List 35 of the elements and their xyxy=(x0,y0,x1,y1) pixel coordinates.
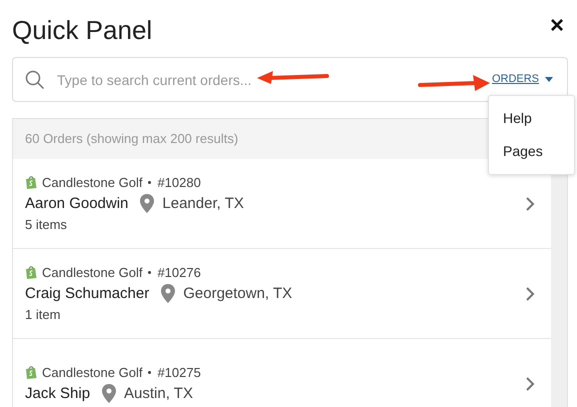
separator-dot xyxy=(148,181,152,184)
shopping-bag-icon xyxy=(25,266,37,279)
order-row[interactable]: Candlestone Golf #10280 Aaron Goodwin Leander, TX 5 items xyxy=(13,159,551,249)
item-count: 5 items xyxy=(25,217,68,232)
shopping-bag-icon xyxy=(25,366,37,378)
order-row[interactable]: Candlestone Golf #10276 Craig Schumacher Georgetown, TX 1 item xyxy=(13,249,551,339)
chevron-right-icon xyxy=(526,376,535,390)
location-pin-icon xyxy=(140,194,154,213)
customer-location: Georgetown, TX xyxy=(183,285,292,302)
search-icon xyxy=(25,70,45,90)
item-count: 1 item xyxy=(25,307,62,322)
order-number: #10275 xyxy=(157,364,201,380)
customer-location: Austin, TX xyxy=(124,384,193,402)
scope-dropdown[interactable]: ORDERS xyxy=(492,73,539,85)
shopping-bag-icon xyxy=(25,176,37,189)
caret-icon xyxy=(545,77,553,82)
store-name: Candlestone Golf xyxy=(42,265,142,280)
chevron-right-icon xyxy=(526,286,535,300)
customer-name: Aaron Goodwin xyxy=(25,195,128,212)
separator-dot xyxy=(148,271,152,274)
panel-title: Quick Panel xyxy=(12,14,152,46)
customer-location: Leander, TX xyxy=(162,195,244,212)
customer-name: Craig Schumacher xyxy=(25,285,150,302)
customer-name: Jack Ship xyxy=(25,384,90,402)
store-name: Candlestone Golf xyxy=(42,175,142,190)
order-number: #10280 xyxy=(157,175,201,190)
close-button[interactable]: × xyxy=(546,16,568,36)
chevron-right-icon xyxy=(526,196,535,210)
location-pin-icon xyxy=(161,284,176,303)
location-pin-icon xyxy=(102,384,116,402)
separator-dot xyxy=(148,370,152,374)
store-name: Candlestone Golf xyxy=(42,364,142,380)
search-field[interactable]: Type to search current orders... ORDERS xyxy=(12,57,568,102)
annotation-arrow xyxy=(257,70,329,84)
order-number: #10276 xyxy=(157,265,201,280)
